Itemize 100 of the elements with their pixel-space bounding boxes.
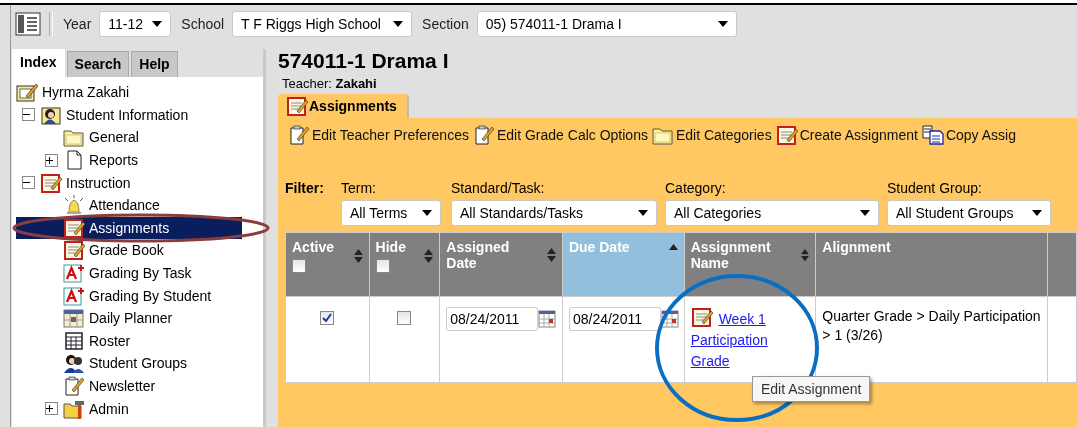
bell-icon bbox=[63, 195, 85, 216]
sort-icon bbox=[353, 249, 363, 263]
nav-tab[interactable]: Search bbox=[66, 51, 130, 77]
date-field[interactable]: 08/24/2011 bbox=[568, 307, 661, 331]
grade-a-plus-icon bbox=[63, 263, 85, 284]
column-header[interactable]: Alignment bbox=[815, 232, 1048, 297]
field-label: Year bbox=[63, 16, 92, 32]
alignment-text: Quarter Grade > Daily Participation > 1 (3/26) bbox=[822, 308, 1041, 343]
checkbox[interactable] bbox=[320, 311, 335, 325]
copy-pages-icon bbox=[921, 125, 944, 145]
filter-label: Term: bbox=[341, 180, 377, 196]
tree-item[interactable]: General bbox=[16, 126, 242, 149]
field-label: School bbox=[181, 16, 225, 32]
filter-select[interactable]: All Terms bbox=[341, 200, 441, 226]
caret-icon bbox=[393, 21, 404, 27]
tree-item[interactable]: Daily Planner bbox=[16, 306, 242, 330]
field-label: Section bbox=[422, 16, 469, 32]
toolbar-link[interactable]: Copy Assig bbox=[921, 125, 1016, 145]
expand-toggle[interactable] bbox=[45, 153, 58, 167]
column-label: Hide bbox=[375, 239, 406, 255]
notebook-icon bbox=[690, 307, 713, 327]
column-label: Due Date bbox=[568, 239, 630, 255]
filter-label: Category: bbox=[665, 180, 727, 196]
check-icon bbox=[322, 313, 333, 323]
tree-item[interactable]: Grade Book bbox=[16, 239, 242, 262]
collapse-toggle[interactable] bbox=[22, 108, 35, 122]
plus-icon bbox=[46, 156, 53, 164]
school-select[interactable]: T F Riggs High School bbox=[232, 11, 413, 37]
nav-tab[interactable]: Help bbox=[131, 51, 178, 77]
tooltip: Edit Assignment bbox=[752, 376, 871, 402]
nav-tab[interactable]: Index bbox=[12, 49, 65, 77]
section-select[interactable]: 05) 574011-1 Drama I bbox=[476, 11, 737, 37]
caret-icon bbox=[717, 21, 728, 27]
checkbox[interactable] bbox=[375, 259, 390, 273]
toolbar-link[interactable]: Edit Teacher Preferences bbox=[288, 125, 469, 145]
tree-item[interactable]: Attendance bbox=[16, 193, 242, 217]
panel-toggle-icon bbox=[15, 12, 41, 36]
card-pencil-icon bbox=[16, 82, 38, 103]
clipboard-pencil-icon bbox=[288, 125, 310, 145]
toolbar-link[interactable]: Edit Grade Calc Options bbox=[472, 125, 648, 145]
tree-item[interactable]: Instruction bbox=[16, 171, 242, 194]
tree-item[interactable]: Reports bbox=[16, 148, 242, 172]
teacher-label: Teacher: Zakahi bbox=[282, 76, 378, 92]
tree-item[interactable]: Grading By Student bbox=[16, 284, 242, 307]
grade-a-plus-icon bbox=[63, 285, 85, 306]
filter-label: Standard/Task: bbox=[451, 180, 546, 196]
column-header[interactable]: Hide bbox=[369, 232, 440, 297]
page-title: 574011-1 Drama I bbox=[278, 48, 450, 74]
clipboard-pencil-icon bbox=[472, 125, 495, 145]
caret-icon bbox=[422, 210, 432, 216]
column-label: Assigned Date bbox=[446, 239, 510, 271]
column-header[interactable]: Assignment Name bbox=[684, 232, 816, 297]
grid-icon bbox=[63, 330, 85, 351]
tree-item[interactable]: Student Information bbox=[16, 103, 242, 127]
checkbox[interactable] bbox=[292, 259, 306, 273]
filter-select[interactable]: All Standards/Tasks bbox=[451, 200, 657, 226]
clipboard-pencil-icon bbox=[63, 376, 85, 396]
tree-item[interactable]: Hyrma Zakahi bbox=[16, 81, 242, 104]
checkbox[interactable] bbox=[397, 311, 412, 325]
section-tab[interactable]: Assignments bbox=[278, 94, 409, 118]
year-select[interactable]: 11-12 bbox=[99, 11, 172, 37]
sort-ascending-icon bbox=[668, 244, 678, 250]
person-icon bbox=[40, 104, 62, 125]
tree-item[interactable]: Grading By Task bbox=[16, 261, 242, 285]
notebook-icon bbox=[63, 217, 85, 238]
notebook-icon bbox=[775, 125, 798, 145]
folder-icon bbox=[63, 127, 85, 148]
calendar-icon bbox=[63, 308, 85, 329]
people-icon bbox=[63, 353, 85, 374]
folder-hammer-icon bbox=[63, 398, 85, 419]
notebook-icon bbox=[286, 96, 308, 116]
tree-item[interactable]: Admin bbox=[16, 397, 242, 420]
plus-icon bbox=[46, 405, 53, 413]
caret-icon bbox=[860, 210, 870, 216]
collapse-toggle[interactable] bbox=[22, 176, 35, 190]
filter-select[interactable]: All Categories bbox=[665, 200, 879, 226]
column-header[interactable]: Active bbox=[285, 232, 370, 297]
expand-toggle[interactable] bbox=[45, 402, 58, 416]
sort-icon bbox=[424, 249, 434, 263]
column-label: Assignment Name bbox=[690, 239, 771, 271]
column-label: Alignment bbox=[822, 239, 891, 255]
tree-item[interactable]: Student Groups bbox=[16, 352, 242, 375]
filter-label: Student Group: bbox=[887, 180, 983, 196]
toolbar-link[interactable]: Edit Categories bbox=[651, 125, 772, 145]
date-field[interactable]: 08/24/2011 bbox=[446, 307, 539, 331]
caret-icon bbox=[152, 21, 163, 27]
caret-icon bbox=[1032, 210, 1042, 216]
caret-icon bbox=[638, 210, 648, 216]
filter-select[interactable]: All Student Groups bbox=[887, 200, 1051, 226]
folder-icon bbox=[651, 125, 674, 145]
toolbar-link[interactable]: Create Assignment bbox=[775, 125, 918, 145]
tree-item[interactable]: Newsletter bbox=[16, 374, 242, 398]
tree-item[interactable]: Roster bbox=[16, 329, 242, 353]
calendar-icon bbox=[538, 310, 557, 328]
column-label: Active bbox=[292, 239, 335, 255]
sort-icon bbox=[546, 248, 556, 262]
notebook-icon bbox=[40, 172, 62, 193]
sort-icon bbox=[801, 248, 810, 262]
filter-label: Filter: bbox=[285, 180, 325, 196]
column-header[interactable]: Assigned Date bbox=[439, 232, 563, 297]
